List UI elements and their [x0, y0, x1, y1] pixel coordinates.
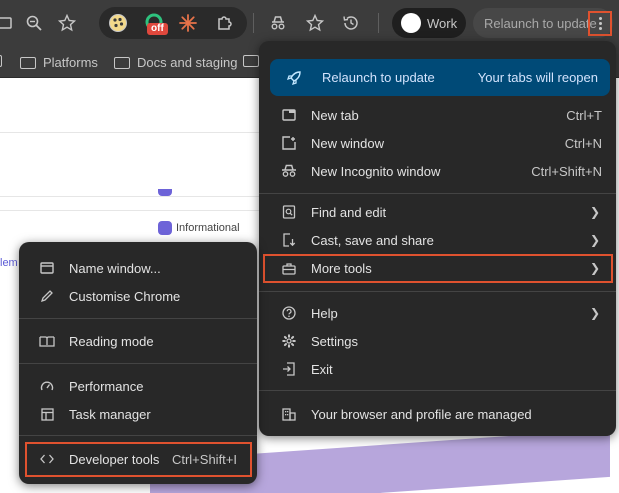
severity-badge-icon [158, 189, 172, 196]
menu-item-task-manager[interactable]: Task manager [39, 400, 257, 428]
history-icon[interactable] [339, 11, 363, 35]
menu-item-label: Reading mode [69, 333, 154, 349]
new-window-icon [281, 135, 297, 151]
find-page-icon [281, 204, 297, 220]
relaunch-note: Your tabs will reopen [477, 70, 598, 85]
more-tools-submenu: Name window... Customise Chrome Reading … [19, 242, 257, 484]
bookmark-folder-partial[interactable] [243, 55, 259, 67]
menu-item-help[interactable]: Help ❯ [281, 299, 616, 327]
bookmark-star-icon[interactable] [55, 11, 79, 35]
extension-palette-icon[interactable] [106, 11, 130, 35]
incognito-icon[interactable] [266, 11, 290, 35]
exit-icon [281, 361, 297, 377]
bookmark-label: Platforms [43, 55, 98, 70]
menu-divider [259, 193, 616, 194]
kebab-dot [598, 27, 602, 30]
menu-divider [259, 390, 616, 391]
menu-item-name-window[interactable]: Name window... [39, 254, 257, 282]
menu-item-label: Cast, save and share [311, 232, 434, 248]
chrome-main-menu: Relaunch to update Your tabs will reopen… [259, 41, 616, 436]
relaunch-to-update-label: Relaunch to update [484, 16, 597, 31]
bookmark-folder-partial[interactable] [0, 55, 2, 67]
building-icon [281, 406, 297, 422]
menu-item-label: Your browser and profile are managed [311, 406, 532, 422]
bookmark-folder-platforms[interactable]: Platforms [20, 55, 98, 70]
menu-divider [19, 363, 257, 364]
profile-avatar [401, 13, 421, 33]
table-row-divider [0, 210, 300, 211]
zoom-icon[interactable] [22, 11, 46, 35]
gear-icon [281, 333, 297, 349]
extensions-puzzle-icon[interactable] [213, 11, 237, 35]
table-row-divider [0, 132, 300, 133]
table-row-divider [0, 196, 300, 197]
menu-item-managed-browser[interactable]: Your browser and profile are managed [281, 400, 616, 428]
chevron-right-icon: ❯ [589, 306, 600, 320]
folder-icon [20, 56, 36, 69]
menu-item-label: Name window... [69, 260, 161, 276]
informational-label: Informational [176, 222, 240, 234]
bookmark-label: Docs and staging [137, 55, 238, 70]
chrome-menu-button[interactable] [588, 11, 612, 36]
menu-divider [259, 291, 616, 292]
menu-item-reading-mode[interactable]: Reading mode [39, 327, 257, 355]
bookmark-folder-docs-and-staging[interactable]: Docs and staging [114, 55, 237, 70]
chevron-right-icon: ❯ [589, 233, 600, 247]
toolbar-separator [378, 13, 379, 33]
profile-label: Work [427, 16, 458, 31]
menu-item-label: Performance [69, 378, 144, 394]
menu-divider [19, 435, 257, 436]
folder-icon [243, 55, 259, 67]
rocket-icon [286, 70, 302, 86]
menu-item-exit[interactable]: Exit [281, 355, 616, 383]
menu-item-relaunch-to-update[interactable]: Relaunch to update Your tabs will reopen [270, 59, 610, 96]
shortcut-label: Ctrl+N [564, 135, 602, 151]
menu-item-new-incognito-window[interactable]: New Incognito window Ctrl+Shift+N [281, 157, 616, 185]
more-tools-highlight [263, 254, 613, 283]
shortcut-label: Ctrl+T [566, 107, 602, 123]
menu-item-new-window[interactable]: New window Ctrl+N [281, 129, 616, 157]
menu-item-label: New window [311, 135, 384, 151]
bookmarks-star-icon[interactable] [303, 11, 327, 35]
menu-item-cast-save-and-share[interactable]: Cast, save and share ❯ [281, 226, 616, 254]
extension-off-badge: off [147, 23, 168, 35]
kebab-dot [598, 17, 602, 20]
menu-item-customise-chrome[interactable]: Customise Chrome [39, 282, 257, 310]
new-tab-icon [281, 107, 297, 123]
menu-item-label: Help [311, 305, 338, 321]
folder-icon [0, 55, 2, 67]
menu-item-label: Task manager [69, 406, 151, 422]
help-icon [281, 305, 297, 321]
menu-item-label: Customise Chrome [69, 288, 181, 304]
menu-item-label: New Incognito window [311, 163, 441, 179]
window-icon [39, 260, 55, 276]
menu-item-label: New tab [311, 107, 359, 123]
task-manager-icon [39, 406, 55, 422]
menu-item-find-and-edit[interactable]: Find and edit ❯ [281, 198, 616, 226]
menu-item-new-tab[interactable]: New tab Ctrl+T [281, 101, 616, 129]
chevron-right-icon: ❯ [589, 205, 600, 219]
pencil-icon [39, 288, 55, 304]
page-text-fragment[interactable]: lem [0, 257, 18, 269]
menu-item-performance[interactable]: Performance [39, 372, 257, 400]
speedometer-icon [39, 378, 55, 394]
menu-divider [19, 318, 257, 319]
menu-item-label: Settings [311, 333, 358, 349]
menu-item-label: Find and edit [311, 204, 387, 220]
pip-icon[interactable] [0, 11, 18, 35]
book-icon [39, 333, 55, 349]
kebab-dot [598, 22, 602, 25]
relaunch-label: Relaunch to update [322, 70, 435, 85]
menu-item-label: Exit [311, 361, 333, 377]
toolbar-separator [253, 13, 254, 33]
extension-sparkle-icon[interactable] [176, 11, 200, 35]
menu-item-settings[interactable]: Settings [281, 327, 616, 355]
browser-toolbar: off Work Relaunch to update [0, 0, 619, 46]
incognito-icon [281, 163, 297, 179]
informational-badge-icon [158, 221, 172, 235]
developer-tools-highlight [25, 442, 252, 477]
save-page-icon [281, 232, 297, 248]
folder-icon [114, 56, 130, 69]
shortcut-label: Ctrl+Shift+N [531, 163, 602, 179]
